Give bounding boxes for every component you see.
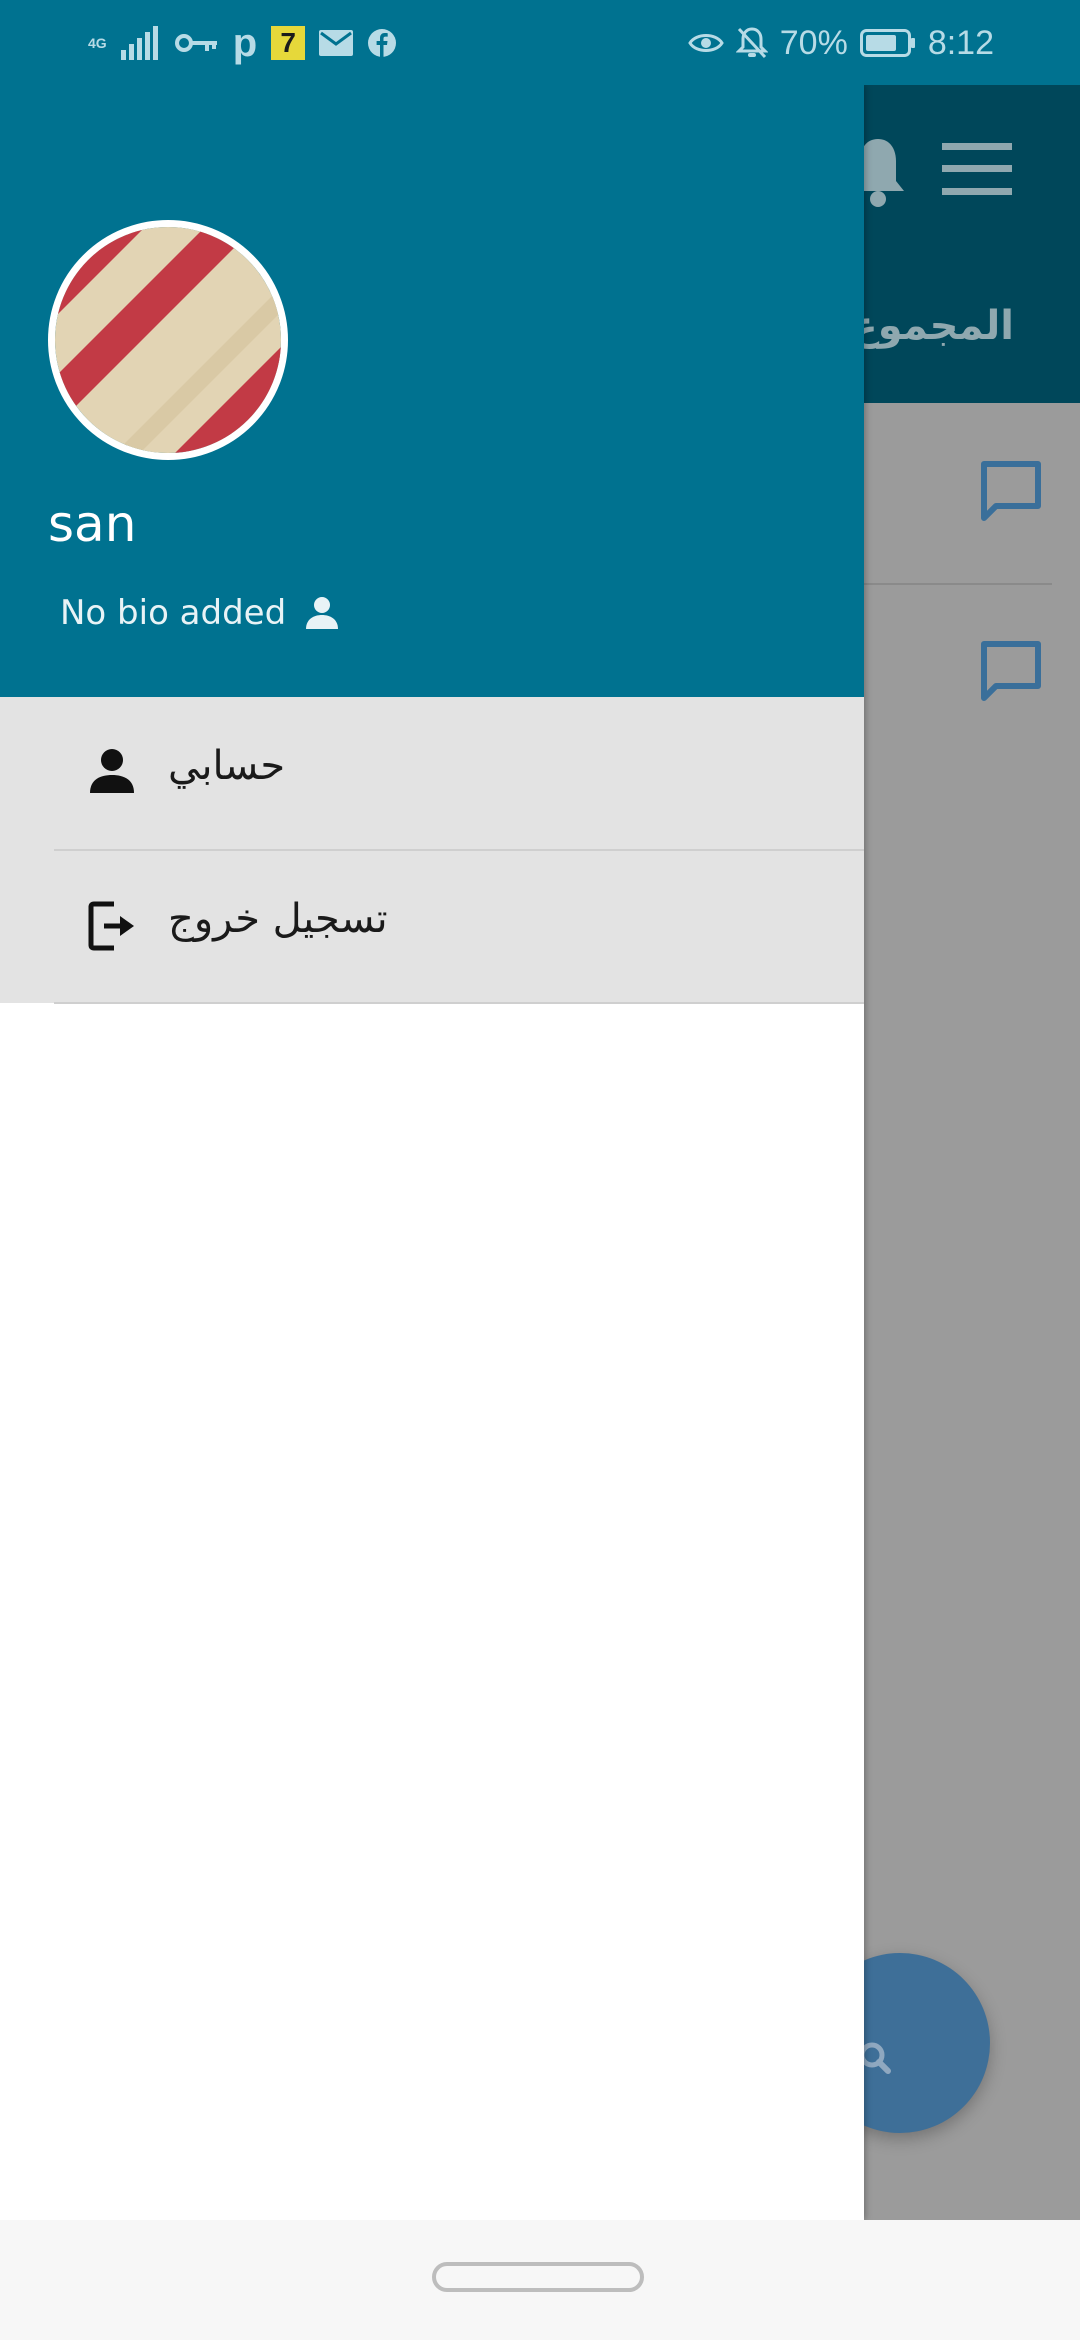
seven-app-icon: 7 (271, 26, 306, 60)
vpn-key-icon (174, 34, 217, 52)
drawer-menu: حسابي تسجيل خروج (0, 697, 864, 1004)
menu-icon[interactable] (942, 143, 1012, 195)
chat-bubble-icon[interactable] (978, 460, 1044, 524)
system-navigation-bar (0, 2220, 1080, 2340)
status-left-icons: 4G p 7 (88, 20, 397, 66)
status-bar: 4G p 7 70% 8:12 (0, 0, 1080, 85)
bio-row: No bio added (60, 593, 340, 633)
battery-icon (859, 29, 915, 57)
network-type-label: 4G (88, 34, 107, 51)
avatar-image (55, 227, 281, 453)
mail-icon (319, 30, 354, 56)
eye-comfort-icon (687, 34, 724, 52)
menu-divider (54, 1002, 864, 1004)
navigation-drawer: san No bio added حسابي تسجيل خروج (0, 85, 864, 2220)
avatar[interactable] (48, 220, 288, 460)
chat-bubble-icon[interactable] (978, 640, 1044, 704)
network-type-top: 4G (88, 34, 107, 51)
list-divider (860, 583, 1052, 585)
menu-item-logout[interactable]: تسجيل خروج (0, 850, 864, 1002)
main-tab-title[interactable]: المجموع (850, 303, 1014, 349)
logout-icon (88, 901, 134, 951)
person-icon (306, 597, 339, 629)
clock-time: 8:12 (927, 23, 994, 62)
menu-item-label: حسابي (168, 743, 286, 789)
drawer-header: san No bio added (0, 85, 864, 697)
app-screen: 4G p 7 70% 8:12 المجموع san No bio added… (0, 0, 1080, 2340)
facebook-icon (368, 29, 397, 57)
person-icon (90, 749, 134, 793)
p-app-icon: p (232, 21, 258, 65)
bio-text: No bio added (60, 593, 287, 633)
status-right-icons: 70% 8:12 (687, 20, 994, 66)
signal-icon (120, 26, 158, 60)
menu-item-label: تسجيل خروج (168, 896, 388, 942)
notifications-off-icon (735, 27, 768, 59)
home-gesture-handle[interactable] (432, 2262, 644, 2292)
battery-percent: 70% (779, 23, 848, 62)
user-name: san (48, 495, 137, 553)
menu-item-my-account[interactable]: حسابي (0, 697, 864, 849)
